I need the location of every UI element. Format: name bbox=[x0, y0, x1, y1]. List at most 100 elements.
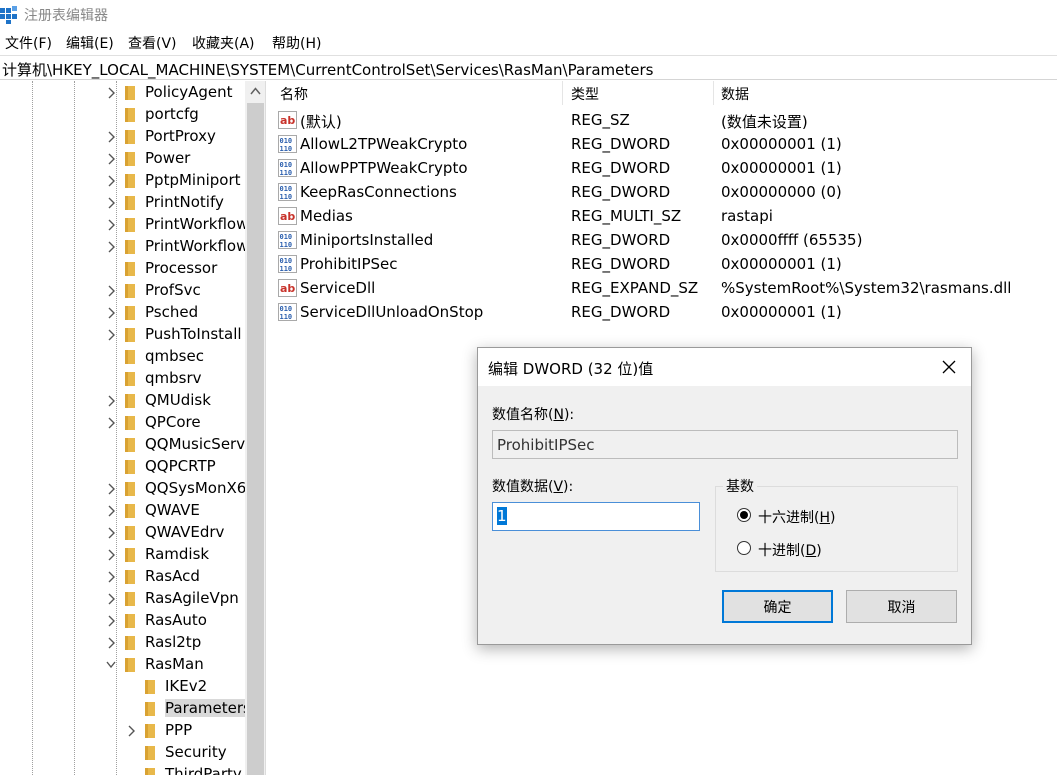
chevron-right-icon[interactable] bbox=[105, 152, 117, 166]
decimal-radio-label[interactable]: 十进制(D) bbox=[758, 540, 822, 560]
value-name-field[interactable] bbox=[492, 430, 958, 459]
chevron-right-icon[interactable] bbox=[105, 86, 117, 100]
value-name-cell: ServiceDll bbox=[300, 279, 376, 297]
tree-item[interactable]: QMUdisk bbox=[0, 390, 245, 412]
tree-item[interactable]: PPP bbox=[0, 720, 245, 742]
value-row[interactable]: 110 010 KeepRasConnections REG_DWORD 0x00000… bbox=[272, 180, 1057, 204]
close-icon[interactable] bbox=[934, 356, 964, 378]
tree-item[interactable]: PrintWorkflow bbox=[0, 236, 248, 258]
svg-text:010: 010 bbox=[280, 137, 293, 145]
tree-item[interactable]: RasAgileVpn bbox=[0, 588, 245, 610]
tree-item[interactable]: PortProxy bbox=[0, 126, 245, 148]
tree-item[interactable]: PolicyAgent bbox=[0, 82, 245, 104]
column-separator[interactable] bbox=[562, 81, 563, 105]
value-row[interactable]: 110 010 MiniportsInstalled REG_DWORD 0x0000f… bbox=[272, 228, 1057, 252]
hex-radio-label[interactable]: 十六进制(H) bbox=[758, 507, 835, 527]
tree-item[interactable]: qmbsrv bbox=[0, 368, 245, 390]
menu-favorites[interactable]: 收藏夹(A) bbox=[192, 33, 255, 53]
chevron-right-icon[interactable] bbox=[105, 328, 117, 342]
menu-file[interactable]: 文件(F) bbox=[5, 33, 52, 53]
chevron-right-icon[interactable] bbox=[105, 416, 117, 430]
tree-item[interactable]: IKEv2 bbox=[0, 676, 245, 698]
value-data-text[interactable]: 1 bbox=[497, 507, 507, 525]
column-separator[interactable] bbox=[713, 81, 714, 105]
tree-item[interactable]: Power bbox=[0, 148, 245, 170]
tree-item[interactable]: ProfSvc bbox=[0, 280, 245, 302]
tree-scrollbar[interactable] bbox=[245, 81, 265, 775]
tree-item[interactable]: qmbsec bbox=[0, 346, 245, 368]
chevron-right-icon[interactable] bbox=[125, 724, 137, 738]
dialog-title: 编辑 DWORD (32 位)值 bbox=[488, 360, 654, 378]
chevron-right-icon[interactable] bbox=[105, 570, 117, 584]
tree-item[interactable]: QQMusicServ bbox=[0, 434, 245, 456]
value-row[interactable]: ab (默认) REG_SZ (数值未设置) bbox=[272, 108, 1057, 132]
hex-radio[interactable] bbox=[737, 508, 751, 522]
binary-value-icon: 110010 bbox=[278, 183, 297, 201]
tree-item[interactable]: PushToInstall bbox=[0, 324, 245, 346]
tree-item[interactable]: QQSysMonX6 bbox=[0, 478, 246, 500]
window-title: 注册表编辑器 bbox=[24, 8, 108, 24]
chevron-right-icon[interactable] bbox=[105, 284, 117, 298]
chevron-right-icon[interactable] bbox=[105, 504, 117, 518]
chevron-right-icon[interactable] bbox=[105, 174, 117, 188]
cancel-button[interactable]: 取消 bbox=[846, 590, 957, 623]
menu-edit[interactable]: 编辑(E) bbox=[66, 33, 114, 53]
chevron-right-icon[interactable] bbox=[105, 592, 117, 606]
value-type-cell: REG_DWORD bbox=[571, 135, 671, 153]
tree-item[interactable]: Ramdisk bbox=[0, 544, 245, 566]
menu-help[interactable]: 帮助(H) bbox=[272, 33, 321, 53]
chevron-right-icon[interactable] bbox=[105, 614, 117, 628]
tree-item[interactable]: QQPCRTP bbox=[0, 456, 245, 478]
address-path[interactable]: 计算机\HKEY_LOCAL_MACHINE\SYSTEM\CurrentCon… bbox=[2, 59, 653, 80]
decimal-radio[interactable] bbox=[737, 541, 751, 555]
chevron-right-icon[interactable] bbox=[105, 196, 117, 210]
tree-item[interactable]: Parameters bbox=[0, 698, 257, 720]
tree-item[interactable]: RasAcd bbox=[0, 566, 245, 588]
tree-item-label: PptpMiniport bbox=[145, 171, 241, 189]
folder-icon bbox=[125, 262, 135, 276]
address-bar[interactable]: 计算机\HKEY_LOCAL_MACHINE\SYSTEM\CurrentCon… bbox=[0, 55, 1057, 80]
column-header-name[interactable]: 名称 bbox=[280, 84, 308, 104]
tree-scrollbar-thumb[interactable] bbox=[247, 103, 264, 775]
tree-item[interactable]: PptpMiniport bbox=[0, 170, 245, 192]
tree-item[interactable]: portcfg bbox=[0, 104, 245, 126]
chevron-right-icon[interactable] bbox=[105, 548, 117, 562]
column-header-data[interactable]: 数据 bbox=[721, 84, 749, 104]
tree-item[interactable]: QWAVEdrv bbox=[0, 522, 245, 544]
column-header-type[interactable]: 类型 bbox=[571, 84, 599, 104]
value-row[interactable]: 110 010 ServiceDllUnloadOnStop REG_DWORD 0x0… bbox=[272, 300, 1057, 324]
folder-icon bbox=[125, 350, 135, 364]
ok-button[interactable]: 确定 bbox=[722, 590, 833, 623]
chevron-down-icon[interactable] bbox=[105, 658, 117, 672]
tree-item[interactable]: PrintWorkflow bbox=[0, 214, 248, 236]
value-row[interactable]: ab ServiceDll REG_EXPAND_SZ %SystemRoot%\Sy… bbox=[272, 276, 1057, 300]
chevron-right-icon[interactable] bbox=[105, 636, 117, 650]
tree-item[interactable]: Processor bbox=[0, 258, 245, 280]
menu-view[interactable]: 查看(V) bbox=[128, 33, 177, 53]
tree-item[interactable]: RasMan bbox=[0, 654, 245, 676]
folder-icon bbox=[125, 438, 135, 452]
value-row[interactable]: 110 010 AllowPPTPWeakCrypto REG_DWORD 0x0000… bbox=[272, 156, 1057, 180]
tree-item[interactable]: Security bbox=[0, 742, 245, 764]
value-data-field[interactable]: 1 bbox=[492, 502, 700, 531]
chevron-right-icon[interactable] bbox=[105, 306, 117, 320]
tree-item[interactable]: RasAuto bbox=[0, 610, 245, 632]
chevron-right-icon[interactable] bbox=[105, 240, 117, 254]
tree-item[interactable]: PrintNotify bbox=[0, 192, 245, 214]
value-row[interactable]: 110 010 ProhibitIPSec REG_DWORD 0x00000001 (… bbox=[272, 252, 1057, 276]
value-row[interactable]: ab Medias REG_MULTI_SZ rastapi bbox=[272, 204, 1057, 228]
tree-item[interactable]: QWAVE bbox=[0, 500, 245, 522]
tree-item[interactable]: QPCore bbox=[0, 412, 245, 434]
tree-item[interactable]: Psched bbox=[0, 302, 245, 324]
scroll-up-icon[interactable] bbox=[250, 87, 261, 95]
tree-item[interactable]: Rasl2tp bbox=[0, 632, 245, 654]
chevron-right-icon[interactable] bbox=[105, 394, 117, 408]
value-row[interactable]: 110 010 AllowL2TPWeakCrypto REG_DWORD 0x0000… bbox=[272, 132, 1057, 156]
tree-item[interactable]: ThirdParty bbox=[0, 764, 245, 775]
value-name-cell: AllowPPTPWeakCrypto bbox=[300, 159, 468, 177]
chevron-right-icon[interactable] bbox=[105, 482, 117, 496]
chevron-right-icon[interactable] bbox=[105, 526, 117, 540]
chevron-right-icon[interactable] bbox=[105, 218, 117, 232]
svg-text:110: 110 bbox=[280, 265, 293, 273]
chevron-right-icon[interactable] bbox=[105, 130, 117, 144]
